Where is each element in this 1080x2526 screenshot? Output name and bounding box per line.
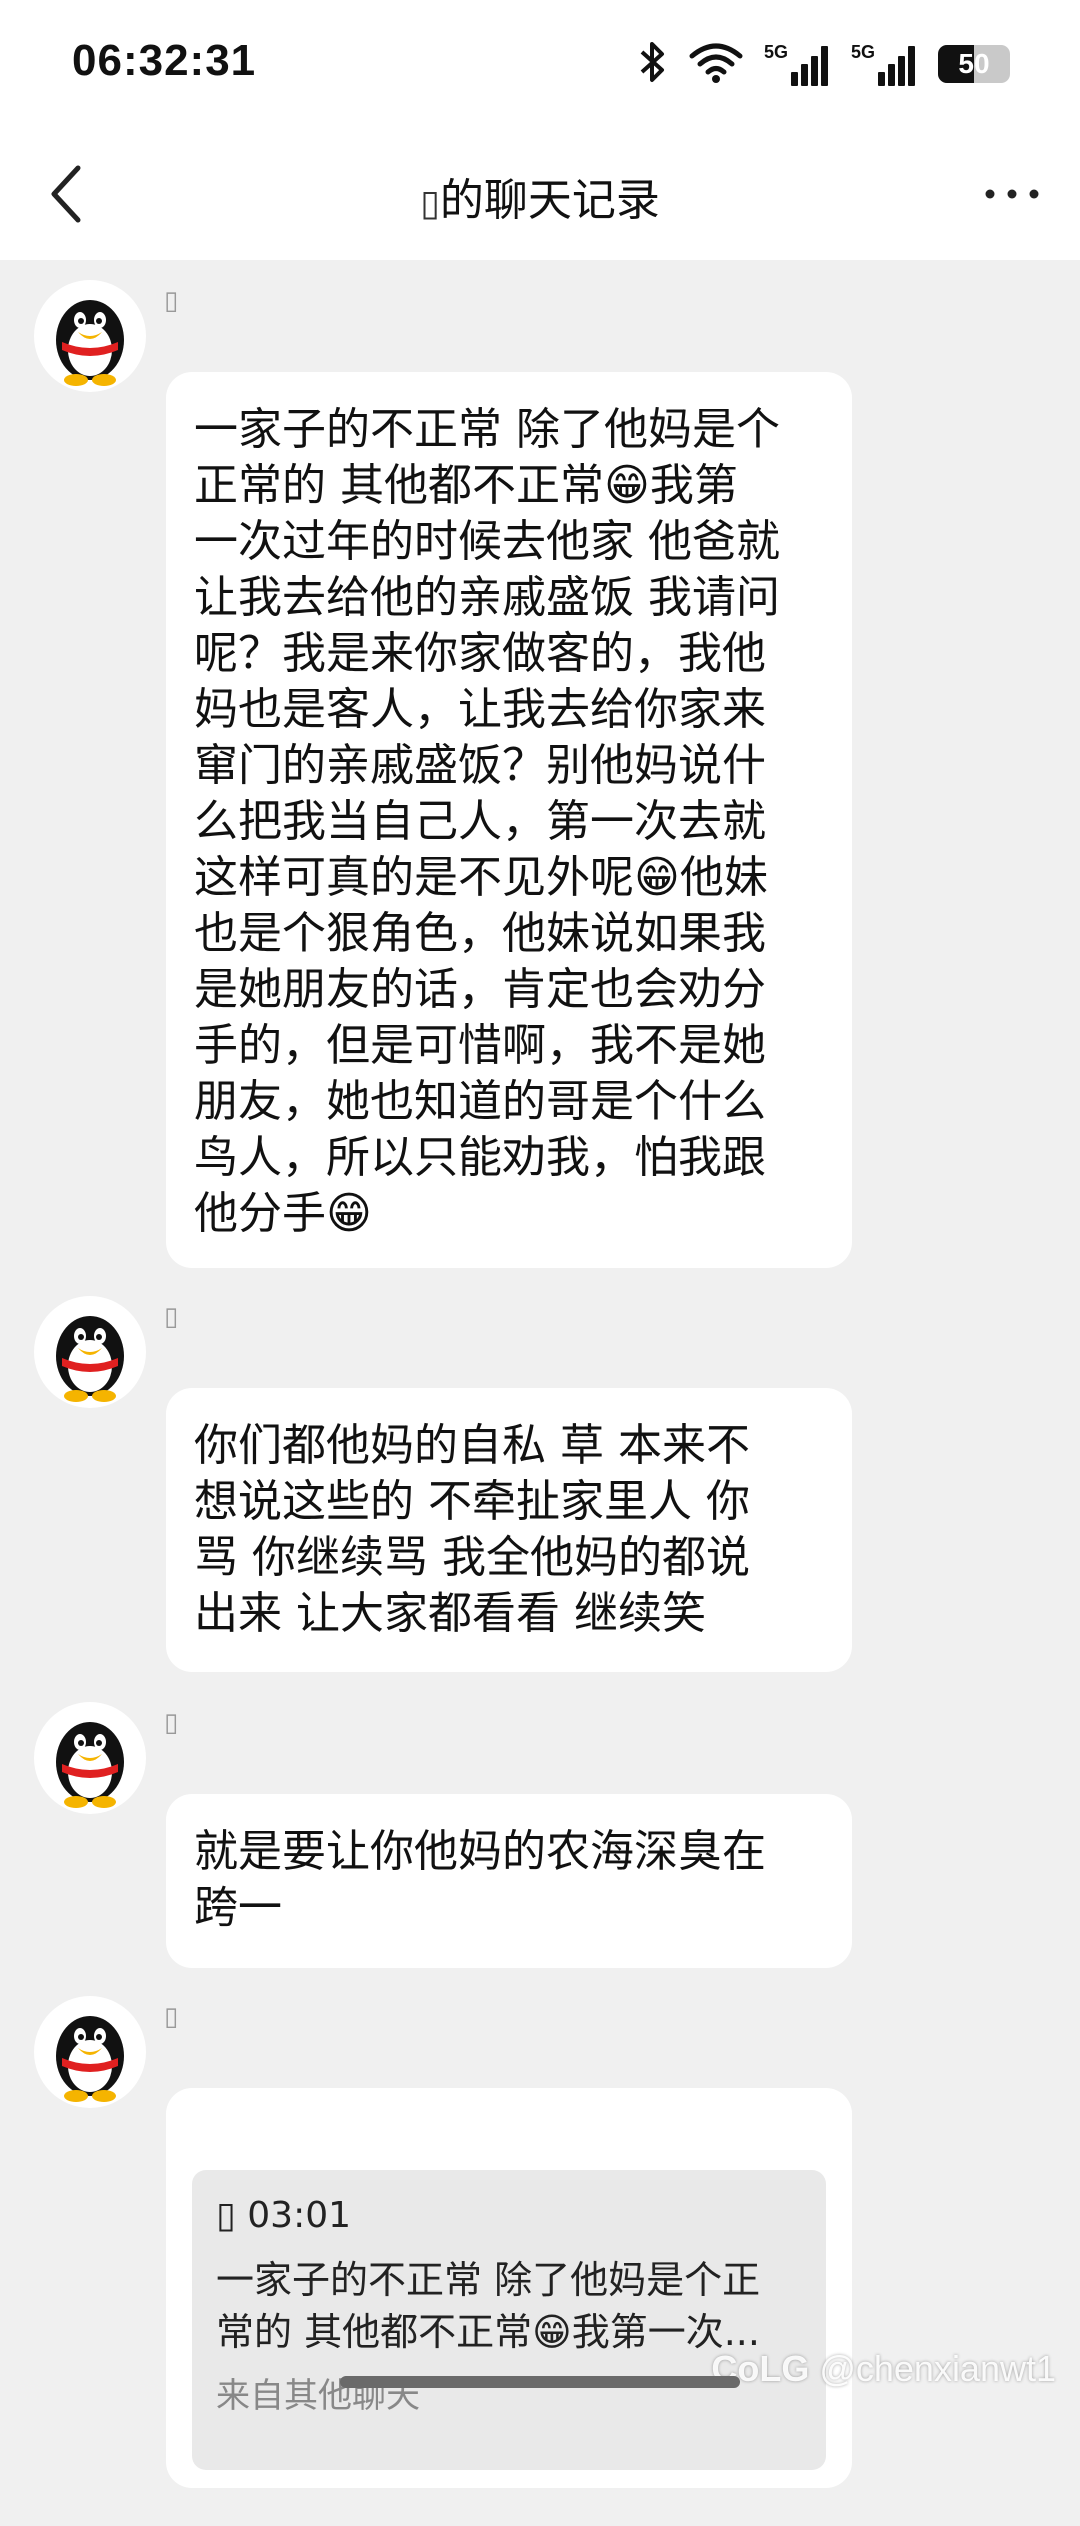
page-title-text: 的聊天记录 xyxy=(439,175,660,226)
signal-5g-icon: 5G xyxy=(764,42,831,86)
message-bubble[interactable]: 就是要让你他妈的农海深臭在 跨一 xyxy=(166,1794,852,1968)
nav-bar: ▯的聊天记录 xyxy=(0,128,1080,260)
avatar[interactable] xyxy=(34,1296,146,1408)
avatar[interactable] xyxy=(34,1702,146,1814)
qq-penguin-icon xyxy=(56,2016,124,2102)
status-time: 06:32:31 xyxy=(72,36,257,85)
qq-penguin-icon xyxy=(56,300,124,386)
home-indicator[interactable] xyxy=(340,2376,740,2388)
watermark: CoLG @chenxianwt1 xyxy=(711,2348,1056,2390)
avatar[interactable] xyxy=(34,280,146,392)
more-options-button[interactable] xyxy=(972,158,1052,230)
message-bubble[interactable]: ▯ 03:01 一家子的不正常 除了他妈是个正 常的 其他都不正常😁我第一次..… xyxy=(166,2088,852,2488)
battery-icon: 50 xyxy=(938,45,1010,83)
wifi-icon xyxy=(688,40,744,88)
bluetooth-icon xyxy=(638,40,668,88)
quote-header: ▯ 03:01 xyxy=(216,2195,352,2236)
quote-text: 一家子的不正常 除了他妈是个正 常的 其他都不正常😁我第一次... xyxy=(216,2258,761,2354)
avatar[interactable] xyxy=(34,1996,146,2108)
more-icon xyxy=(985,189,1039,199)
battery-level: 50 xyxy=(958,48,990,79)
qq-penguin-icon xyxy=(56,1722,124,1808)
unknown-glyph: ▯ xyxy=(420,183,440,224)
message-bubble[interactable]: 一家子的不正常 除了他妈是个 正常的 其他都不正常😁我第 一次过年的时候去他家 … xyxy=(166,372,852,1268)
watermark-text: @chenxianwt1 xyxy=(819,2348,1056,2389)
sender-name: ▯ xyxy=(164,2002,179,2032)
sender-name: ▯ xyxy=(164,286,179,316)
message-bubble[interactable]: 你们都他妈的自私 草 本来不 想说这些的 不牵扯家里人 你 骂 你继续骂 我全他… xyxy=(166,1388,852,1672)
quote-time: 03:01 xyxy=(247,2195,352,2236)
page-title: ▯的聊天记录 xyxy=(0,164,1080,228)
quoted-message[interactable]: ▯ 03:01 一家子的不正常 除了他妈是个正 常的 其他都不正常😁我第一次..… xyxy=(192,2170,826,2470)
status-bar: 06:32:31 5G 5G 50 xyxy=(0,0,1080,128)
signal-label: 5G xyxy=(763,42,788,62)
sender-name: ▯ xyxy=(164,1302,179,1332)
sender-name: ▯ xyxy=(164,1708,179,1738)
signal-5g-icon: 5G xyxy=(851,42,918,86)
signal-label: 5G xyxy=(850,42,875,62)
status-icons: 5G 5G 50 xyxy=(638,36,1010,92)
qq-penguin-icon xyxy=(56,1316,124,1402)
